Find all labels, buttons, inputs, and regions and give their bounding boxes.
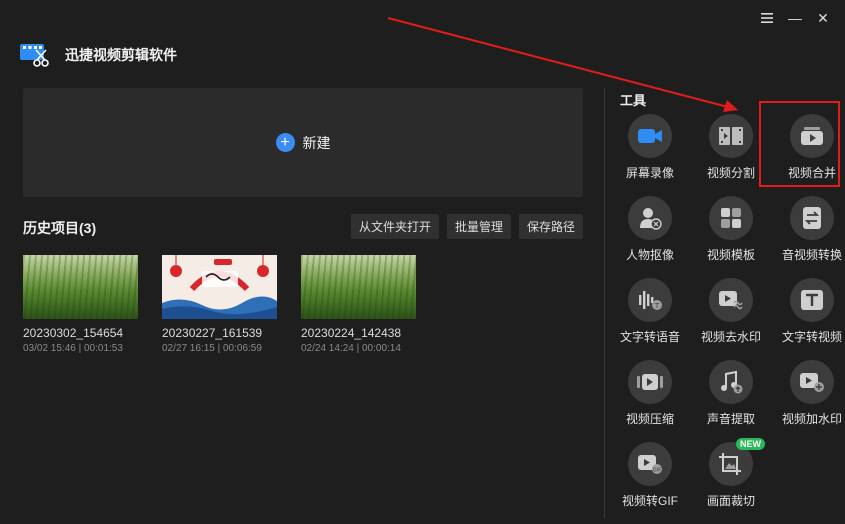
panel-divider <box>604 88 605 518</box>
tool-label: 视频合并 <box>787 166 836 180</box>
tools-grid: 屏幕录像 视频分割 视频合并 人物抠像 视频模板 音视频转换 T 文字转语音 视… <box>610 114 845 512</box>
menu-icon[interactable] <box>759 10 775 26</box>
tool-add-watermark[interactable]: 视频加水印 <box>772 360 845 430</box>
project-meta: 03/02 15:46 | 00:01:53 <box>23 343 123 354</box>
svg-text:GIF: GIF <box>653 467 661 473</box>
camera-icon <box>628 114 672 158</box>
history-actions: 从文件夹打开 批量管理 保存路径 <box>350 214 583 239</box>
project-thumbnail <box>23 255 138 319</box>
film-split-icon <box>709 114 753 158</box>
remove-watermark-icon <box>709 278 753 322</box>
project-name: 20230224_142438 <box>301 326 402 340</box>
person-cutout-icon <box>628 196 672 240</box>
save-path-button[interactable]: 保存路径 <box>518 214 583 239</box>
plus-icon: + <box>275 133 295 152</box>
tool-crop[interactable]: 画面裁切 NEW <box>691 438 771 512</box>
project-name: 20230302_154654 <box>23 326 124 340</box>
new-project-label: 新建 <box>302 134 331 151</box>
compress-icon <box>628 360 672 404</box>
add-watermark-icon <box>790 360 834 404</box>
tool-person-cutout[interactable]: 人物抠像 <box>610 196 690 266</box>
open-folder-button[interactable]: 从文件夹打开 <box>350 214 439 239</box>
tool-video-compress[interactable]: 视频压缩 <box>610 360 690 430</box>
app-title: 迅捷视频剪辑软件 <box>65 47 177 63</box>
tool-label: 文字转语音 <box>619 330 680 344</box>
project-thumbnail <box>162 255 277 319</box>
tool-text-to-video[interactable]: 文字转视频 <box>772 278 845 348</box>
tool-audio-extract[interactable]: 声音提取 <box>691 360 771 430</box>
project-thumbnail <box>301 255 416 319</box>
text-to-speech-icon: T <box>628 278 672 322</box>
project-meta: 02/24 14:24 | 00:00:14 <box>301 343 401 354</box>
new-project-button[interactable]: + 新建 <box>23 88 583 197</box>
tool-label: 画面裁切 <box>706 494 755 508</box>
window-controls: — ✕ <box>759 10 831 26</box>
tool-video-merge[interactable]: 视频合并 <box>772 114 845 184</box>
tool-label: 人物抠像 <box>625 248 674 262</box>
text-to-video-icon <box>790 278 834 322</box>
app-logo-icon <box>20 42 50 68</box>
template-icon <box>709 196 753 240</box>
tool-label: 视频分割 <box>706 166 755 180</box>
project-list: 20230302_154654 03/02 15:46 | 00:01:53 2… <box>23 255 416 354</box>
audio-extract-icon <box>709 360 753 404</box>
tool-label: 屏幕录像 <box>625 166 674 180</box>
tool-label: 视频转GIF <box>622 494 678 508</box>
tool-label: 视频模板 <box>706 248 755 262</box>
history-title: 历史项目(3) <box>23 220 97 236</box>
new-badge: NEW <box>736 438 765 450</box>
project-item[interactable]: 20230227_161539 02/27 16:15 | 00:06:59 <box>162 255 277 354</box>
gif-icon: GIF <box>628 442 672 486</box>
project-item[interactable]: 20230302_154654 03/02 15:46 | 00:01:53 <box>23 255 138 354</box>
project-meta: 02/27 16:15 | 00:06:59 <box>162 343 262 354</box>
tool-label: 视频加水印 <box>781 412 842 426</box>
tool-label: 音视频转换 <box>781 248 842 262</box>
convert-icon <box>790 196 834 240</box>
video-merge-icon <box>790 114 834 158</box>
tool-label: 视频去水印 <box>700 330 761 344</box>
tools-title: 工具 <box>620 93 647 108</box>
tool-video-to-gif[interactable]: GIF 视频转GIF <box>610 442 690 512</box>
tool-screen-record[interactable]: 屏幕录像 <box>610 114 690 184</box>
project-item[interactable]: 20230224_142438 02/24 14:24 | 00:00:14 <box>301 255 416 354</box>
svg-text:T: T <box>654 302 660 310</box>
minimize-button[interactable]: — <box>787 10 803 26</box>
tool-text-to-speech[interactable]: T 文字转语音 <box>610 278 690 348</box>
close-button[interactable]: ✕ <box>815 10 831 26</box>
batch-manage-button[interactable]: 批量管理 <box>446 214 511 239</box>
tool-video-split[interactable]: 视频分割 <box>691 114 771 184</box>
project-name: 20230227_161539 <box>162 326 263 340</box>
tool-label: 声音提取 <box>706 412 755 426</box>
tool-label: 视频压缩 <box>625 412 674 426</box>
tool-remove-watermark[interactable]: 视频去水印 <box>691 278 771 348</box>
tool-label: 文字转视频 <box>781 330 842 344</box>
tool-av-convert[interactable]: 音视频转换 <box>772 196 845 266</box>
tool-video-template[interactable]: 视频模板 <box>691 196 771 266</box>
